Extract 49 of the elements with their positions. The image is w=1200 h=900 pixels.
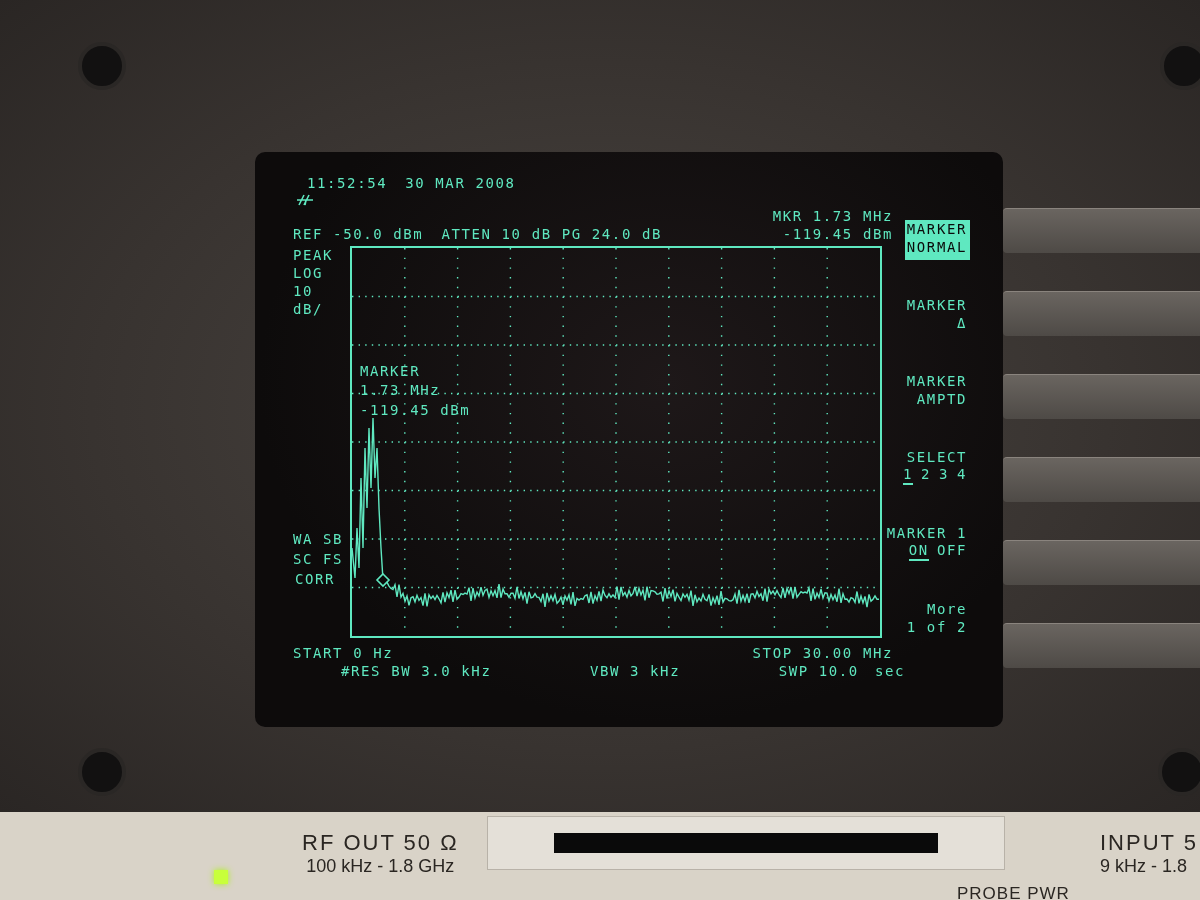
connector-label: INPUT 5	[1100, 830, 1198, 856]
softkey-label[interactable]: MARKER AMPTD	[904, 372, 970, 412]
marker-readout: 1.73 MHz	[360, 381, 442, 401]
hardware-key[interactable]	[1003, 208, 1200, 253]
hardware-key[interactable]	[1003, 457, 1200, 502]
softkey-option[interactable]: 1	[902, 466, 913, 485]
marker-readout: MARKER	[360, 361, 422, 381]
softkey-option[interactable]: 3	[938, 466, 949, 485]
marker-diamond-icon	[375, 572, 391, 587]
status-label: WA SB	[293, 529, 345, 549]
video-bandwidth: VBW 3 kHz	[589, 661, 681, 680]
stop-frequency: STOP 30.00 MHz	[752, 643, 893, 662]
probe-power-label: PROBE PWR	[957, 884, 1070, 900]
preamp-gain-label: PG 24.0 dB	[561, 225, 662, 244]
marker-frequency: MKR 1.73 MHz	[772, 207, 893, 226]
start-frequency: START 0 Hz	[293, 643, 394, 662]
sweep-unit: sec	[874, 661, 905, 680]
frequency-range-label: 100 kHz - 1.8 GHz	[306, 856, 455, 877]
softkey-label: MARKER 1	[886, 524, 967, 543]
status-label: SC FS	[293, 549, 345, 569]
status-label: CORR	[294, 570, 337, 590]
clock-time: 11:52:54	[307, 174, 388, 193]
date-label: 30 MAR 2008	[405, 174, 516, 193]
hardware-key[interactable]	[1003, 374, 1200, 419]
hardware-key[interactable]	[1003, 623, 1200, 668]
scale-label: PEAK	[293, 245, 335, 264]
attenuation-label: ATTEN 10 dB	[441, 225, 552, 244]
softkey-label[interactable]: MARKER Δ	[904, 296, 970, 336]
sweep-time: SWP 10.0	[778, 661, 859, 680]
scale-label: dB/	[293, 300, 325, 319]
softkey-label: SELECT	[906, 448, 967, 467]
softkey-label[interactable]: More 1 of 2	[904, 600, 970, 640]
scale-label: LOG	[293, 263, 325, 282]
softkey-option[interactable]: 2	[920, 466, 931, 485]
logo-icon	[295, 193, 315, 208]
scale-label: 10	[293, 281, 315, 301]
reference-level: REF -50.0 dBm	[293, 225, 424, 244]
softkey-option[interactable]: 4	[956, 466, 967, 485]
marker-readout: -119.45 dBm	[360, 400, 471, 420]
marker-amplitude: -119.45 dBm	[782, 225, 893, 244]
hardware-key[interactable]	[1003, 291, 1200, 336]
softkey-option[interactable]: OFF	[936, 542, 967, 561]
softkey-option[interactable]: ON	[908, 542, 929, 561]
resolution-bandwidth: #RES BW 3.0 kHz	[341, 661, 492, 680]
softkey-label[interactable]: MARKER NORMAL	[904, 220, 970, 260]
screw-icon	[78, 42, 126, 90]
frequency-range-label: 9 kHz - 1.8	[1100, 856, 1188, 877]
connector-label: RF OUT 50 Ω	[302, 830, 459, 856]
hardware-key[interactable]	[1003, 540, 1200, 585]
